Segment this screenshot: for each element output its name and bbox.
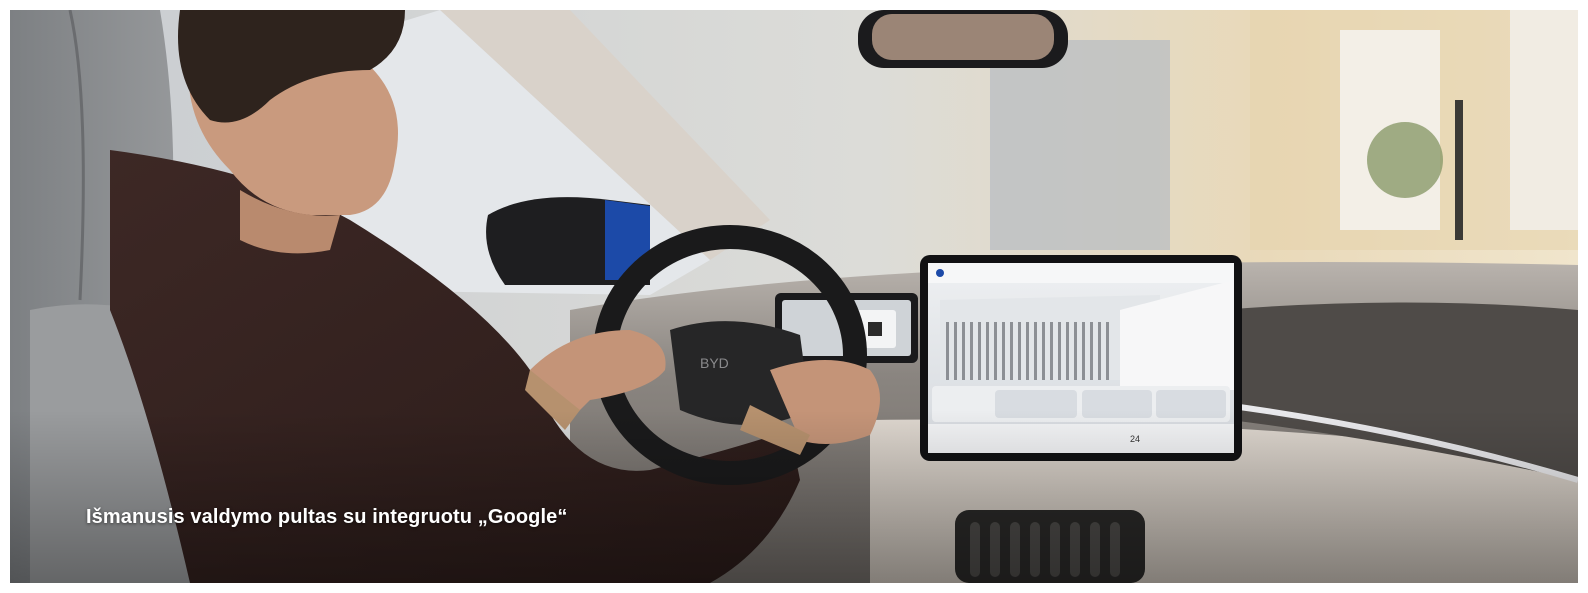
car-interior-photo: 24 BYD [10,10,1578,583]
wheel-logo: BYD [700,355,729,371]
hero-image: 24 BYD Išmanusis valdymo pultas su integ… [10,10,1578,583]
tree [1367,122,1443,198]
street-lamp [1455,100,1463,240]
hero-caption: Išmanusis valdymo pultas su integruotu „… [86,506,568,528]
